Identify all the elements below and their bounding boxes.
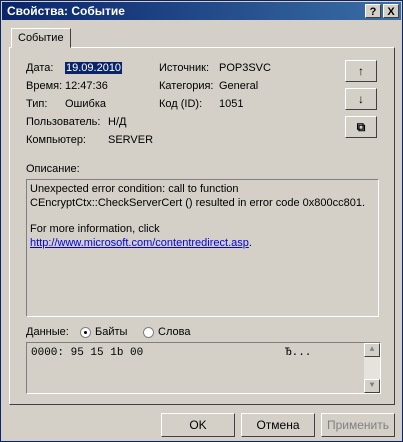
cancel-button[interactable]: Отмена: [241, 413, 315, 437]
type-label: Тип:: [26, 98, 48, 110]
more-info-prefix: For more information, click: [30, 223, 160, 235]
next-event-button[interactable]: ↓: [345, 88, 377, 110]
description-text: Unexpected error condition: call to func…: [30, 183, 366, 209]
data-scrollbar[interactable]: ▲ ▼: [364, 343, 380, 393]
event-id-value: 1051: [219, 98, 244, 110]
category-label: Категория:: [159, 80, 214, 92]
computer-value: SERVER: [108, 134, 154, 146]
computer-label: Компьютер:: [26, 134, 86, 146]
event-id-label: Код (ID):: [159, 98, 203, 110]
date-label: Дата:: [26, 62, 54, 74]
words-radio[interactable]: [143, 327, 154, 338]
time-value: 12:47:36: [65, 80, 108, 92]
tab-event[interactable]: Событие: [11, 28, 71, 48]
scroll-up-icon[interactable]: ▲: [364, 343, 380, 357]
data-label: Данные:: [26, 326, 69, 338]
more-info-suffix: .: [248, 237, 252, 249]
description-box[interactable]: Unexpected error condition: call to func…: [26, 179, 379, 317]
arrow-down-icon: ↓: [358, 92, 364, 106]
scroll-down-icon[interactable]: ▼: [364, 379, 380, 393]
copy-icon: ⧉: [356, 120, 366, 134]
category-value: General: [219, 80, 259, 92]
more-info-link[interactable]: http://www.microsoft.com/contentredirect…: [30, 237, 249, 249]
help-button[interactable]: ?: [365, 4, 381, 18]
window-title: Свойства: Событие: [7, 4, 125, 18]
event-properties-window: Свойства: Событие ? X Событие Дата: 19.0…: [0, 0, 403, 442]
title-bar: Свойства: Событие ? X: [2, 2, 401, 20]
description-more-info: For more information, click http://www.m…: [30, 222, 375, 250]
bytes-radio[interactable]: [80, 327, 91, 338]
arrow-up-icon: ↑: [358, 64, 364, 78]
description-label: Описание:: [26, 163, 80, 175]
close-button[interactable]: X: [383, 4, 399, 18]
user-label: Пользователь:: [26, 116, 101, 128]
data-hex-line: 0000: 95 15 1b 00: [31, 347, 144, 359]
date-value: 19.09.2010: [65, 62, 123, 74]
tab-event-label: Событие: [18, 32, 64, 44]
copy-button[interactable]: ⧉: [345, 116, 377, 138]
bytes-radio-label: Байты: [95, 326, 128, 338]
apply-button[interactable]: Применить: [321, 413, 395, 437]
data-box[interactable]: 0000: 95 15 1b 00 Ђ... ▲ ▼: [26, 342, 381, 394]
ok-button[interactable]: OK: [161, 413, 235, 437]
words-radio-label: Слова: [158, 326, 191, 338]
type-value: Ошибка: [65, 98, 106, 110]
source-value: POP3SVC: [219, 62, 271, 74]
previous-event-button[interactable]: ↑: [345, 60, 377, 82]
data-ascii: Ђ...: [285, 347, 312, 359]
time-label: Время:: [26, 80, 63, 92]
source-label: Источник:: [159, 62, 210, 74]
user-value: Н/Д: [108, 116, 127, 128]
